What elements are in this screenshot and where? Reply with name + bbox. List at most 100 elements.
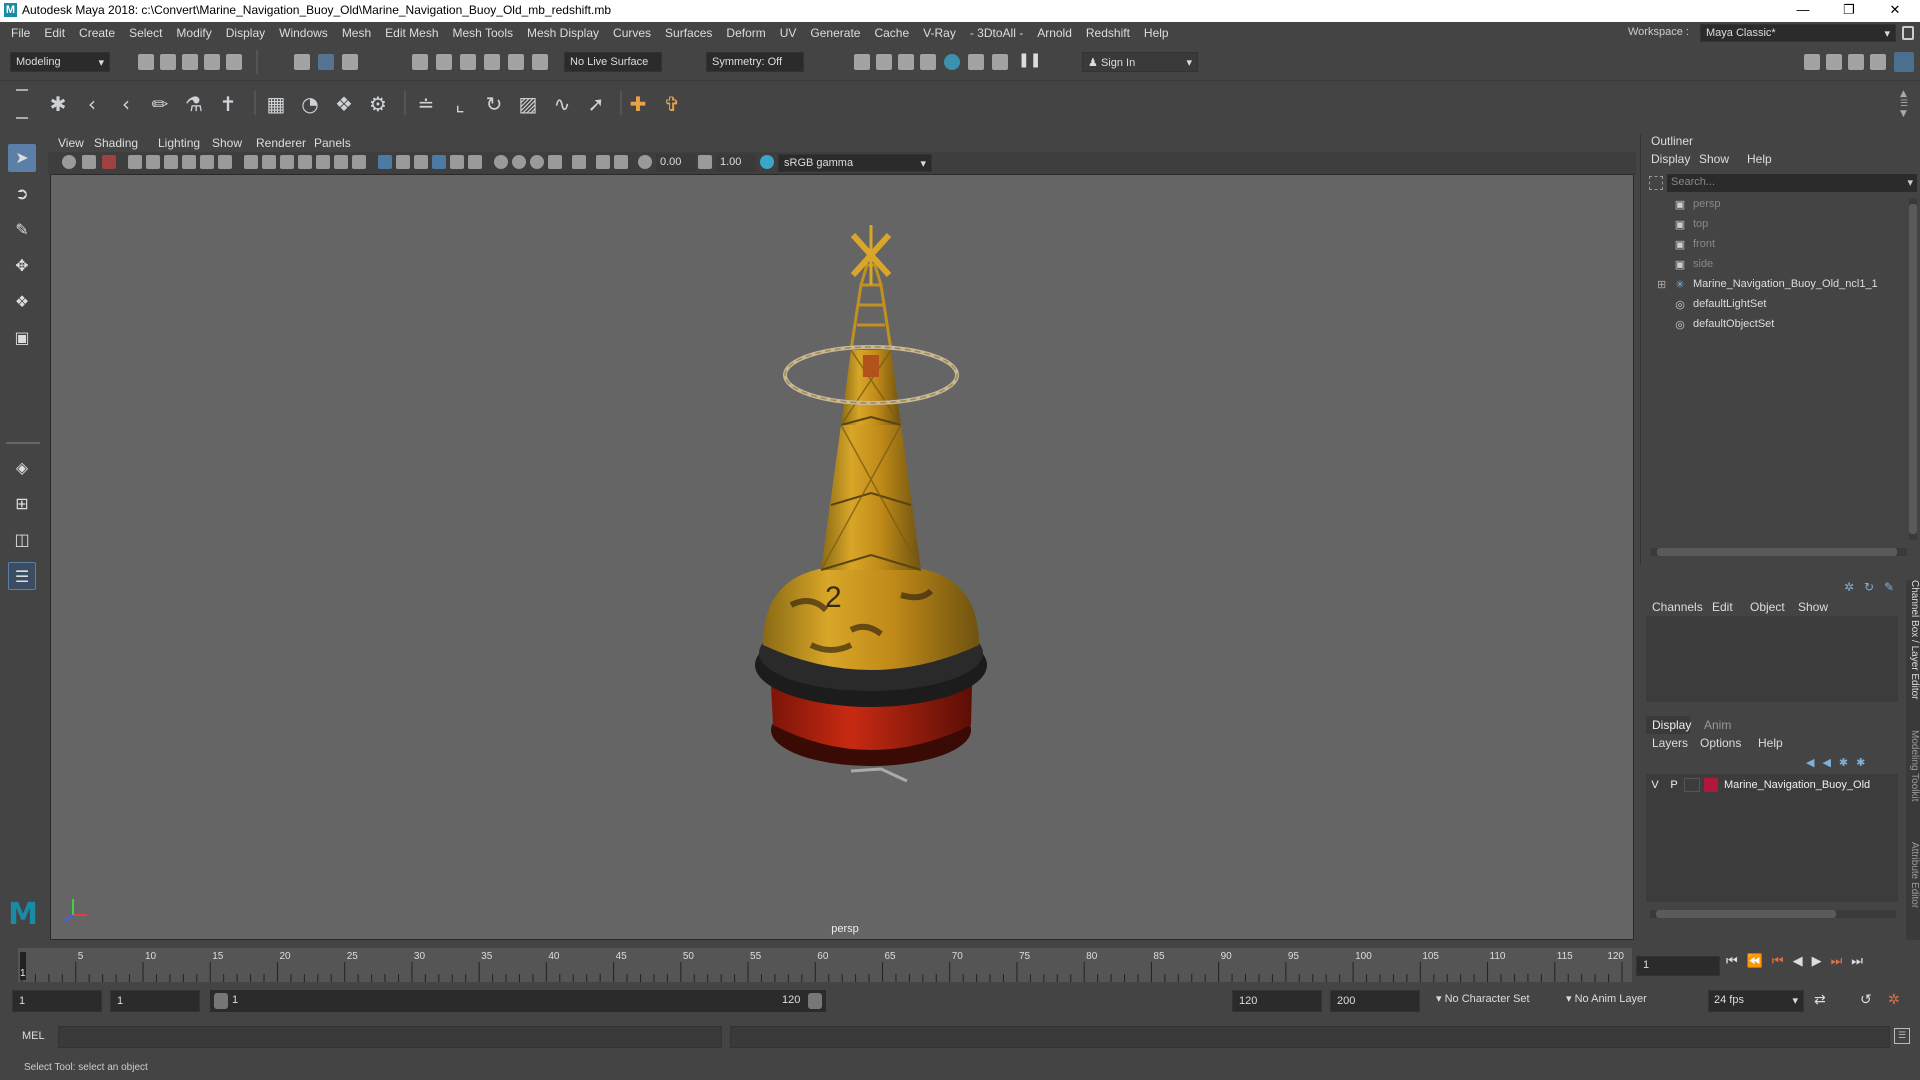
render-setup-icon[interactable] — [992, 54, 1008, 70]
smooth-shade-icon[interactable] — [334, 155, 348, 169]
hypershade-icon[interactable] — [968, 54, 984, 70]
sign-in-button[interactable]: ♟ Sign In ▾ — [1082, 52, 1198, 72]
pencil-curve-icon[interactable]: ✏ — [146, 90, 174, 118]
ik-handle-icon[interactable]: ✝ — [214, 90, 242, 118]
scene-end-field[interactable]: 200 — [1330, 990, 1420, 1012]
refresh-icon[interactable]: ↻ — [1864, 580, 1878, 594]
range-start-handle[interactable] — [214, 993, 228, 1009]
panel-menu-lighting[interactable]: Lighting — [158, 136, 200, 150]
snap-surface-icon[interactable] — [508, 54, 524, 70]
select-tool-icon[interactable]: ➤ — [8, 144, 36, 172]
undo-icon[interactable] — [204, 54, 220, 70]
lock-icon[interactable] — [1902, 26, 1914, 40]
grease-pencil-icon[interactable] — [164, 155, 178, 169]
channel-box-toggle-icon[interactable] — [1894, 52, 1914, 72]
maximize-button[interactable]: ❐ — [1826, 0, 1872, 22]
tab-display[interactable]: Display — [1646, 716, 1691, 734]
camera-lock-icon[interactable] — [62, 155, 76, 169]
live-surface-field[interactable]: No Live Surface — [564, 52, 662, 72]
wireframe-icon[interactable] — [316, 155, 330, 169]
channel-box-tab[interactable]: Channel Box / Layer Editor — [1906, 580, 1920, 720]
view-transform-dropdown[interactable]: sRGB gamma ▾ — [778, 154, 932, 172]
grid-toggle-icon[interactable] — [182, 155, 196, 169]
current-frame-field[interactable]: 1 — [1636, 956, 1720, 976]
exposure-icon[interactable] — [638, 155, 652, 169]
channel-box-menu-edit[interactable]: Edit — [1712, 600, 1733, 614]
resolution-gate-icon[interactable] — [218, 155, 232, 169]
twist-icon[interactable]: ↻ — [480, 90, 508, 118]
snap-view-icon[interactable] — [484, 54, 500, 70]
outliner-layout-icon[interactable]: ☰ — [8, 562, 36, 590]
lattice-icon[interactable]: ▦ — [262, 90, 290, 118]
cluster-icon[interactable]: ⚙ — [364, 90, 392, 118]
wrap-icon[interactable]: ❖ — [330, 90, 358, 118]
lasso-tool-icon[interactable]: ➲ — [8, 180, 36, 208]
edit-icon[interactable]: ✎ — [1884, 580, 1898, 594]
minimize-button[interactable]: — — [1780, 0, 1826, 22]
command-input[interactable] — [58, 1026, 722, 1048]
measure-icon[interactable]: ✞ — [658, 90, 686, 118]
select-hierarchy-icon[interactable] — [294, 54, 310, 70]
script-editor-icon[interactable]: ☰ — [1894, 1028, 1910, 1044]
symmetry-dropdown[interactable]: Symmetry: Off — [706, 52, 804, 72]
select-object-icon[interactable] — [318, 54, 334, 70]
panel-menu-show[interactable]: Show — [212, 136, 242, 150]
open-scene-icon[interactable] — [160, 54, 176, 70]
mode-dropdown[interactable]: Modeling ▾ — [10, 52, 110, 72]
new-scene-icon[interactable] — [138, 54, 154, 70]
fps-dropdown[interactable]: 24 fps ▾ — [1708, 990, 1804, 1012]
render-view-icon[interactable] — [898, 54, 914, 70]
outliner-item[interactable]: ▣ side — [1661, 254, 1713, 274]
character-set-dropdown[interactable]: ▾ No Character Set — [1436, 992, 1556, 1005]
shadows-icon[interactable] — [414, 155, 428, 169]
layers-menu-layers[interactable]: Layers — [1652, 736, 1688, 750]
snap-vertex-icon[interactable] — [532, 54, 548, 70]
textured-icon[interactable] — [378, 155, 392, 169]
menu-edit[interactable]: Edit — [37, 26, 72, 40]
perspective-viewport[interactable]: 2 persp — [50, 174, 1634, 940]
layer-action-icons[interactable]: ◀◀✱✱ — [1806, 756, 1896, 770]
panel-menu-renderer[interactable]: Renderer — [256, 136, 306, 150]
go-to-end-icon[interactable]: ⏭ — [1851, 954, 1872, 969]
layers-menu-help[interactable]: Help — [1758, 736, 1783, 750]
isolate-select-icon[interactable] — [432, 155, 446, 169]
key-icon[interactable]: ✲ — [1844, 580, 1858, 594]
outliner-menu-help[interactable]: Help — [1747, 152, 1772, 166]
xray-joints-icon[interactable] — [468, 155, 482, 169]
squash-icon[interactable]: ▨ — [514, 90, 542, 118]
motion-blur-icon[interactable] — [512, 155, 526, 169]
menu-edit-mesh[interactable]: Edit Mesh — [378, 26, 445, 40]
flare-icon[interactable]: ⌞ — [446, 90, 474, 118]
close-button[interactable]: ✕ — [1872, 0, 1918, 22]
menu-3dtoall[interactable]: - 3DtoAll - — [963, 26, 1030, 40]
outliner-item[interactable]: ▣ persp — [1661, 194, 1721, 214]
asterisk-tool-icon[interactable]: ✱ — [44, 90, 72, 118]
menu-display[interactable]: Display — [219, 26, 272, 40]
select-component-icon[interactable] — [342, 54, 358, 70]
scale-tool-icon[interactable]: ▣ — [8, 324, 36, 352]
film-gate-icon[interactable] — [200, 155, 214, 169]
safe-title-icon[interactable] — [298, 155, 312, 169]
outliner-menu-display[interactable]: Display — [1651, 152, 1690, 166]
go-to-start-icon[interactable]: ⏮ — [1726, 954, 1747, 969]
character-controls-icon[interactable] — [1826, 54, 1842, 70]
loop-icon[interactable]: ⇄ — [1814, 992, 1826, 1008]
image-plane-icon[interactable] — [128, 155, 142, 169]
shelf-menu-icon[interactable] — [16, 89, 28, 119]
screen-space-ao-icon[interactable] — [494, 155, 508, 169]
use-all-lights-icon[interactable] — [396, 155, 410, 169]
menu-create[interactable]: Create — [72, 26, 122, 40]
render-sequence-icon[interactable] — [876, 54, 892, 70]
single-perspective-layout-icon[interactable]: ◈ — [8, 454, 36, 482]
outliner-item[interactable]: ⊞ ✳ Marine_Navigation_Buoy_Old_ncl1_1 — [1657, 274, 1878, 294]
wave-icon[interactable]: ∿ — [548, 90, 576, 118]
range-end-handle[interactable] — [808, 993, 822, 1009]
xray-icon[interactable] — [450, 155, 464, 169]
menu-file[interactable]: File — [4, 26, 37, 40]
preferences-icon[interactable]: ✲ — [1888, 992, 1900, 1008]
ipr-render-icon[interactable] — [920, 54, 936, 70]
playback-end-field[interactable]: 120 — [1232, 990, 1322, 1012]
panel-menu-view[interactable]: View — [58, 136, 84, 150]
outliner-menu-show[interactable]: Show — [1699, 152, 1729, 166]
menu-mesh-display[interactable]: Mesh Display — [520, 26, 606, 40]
